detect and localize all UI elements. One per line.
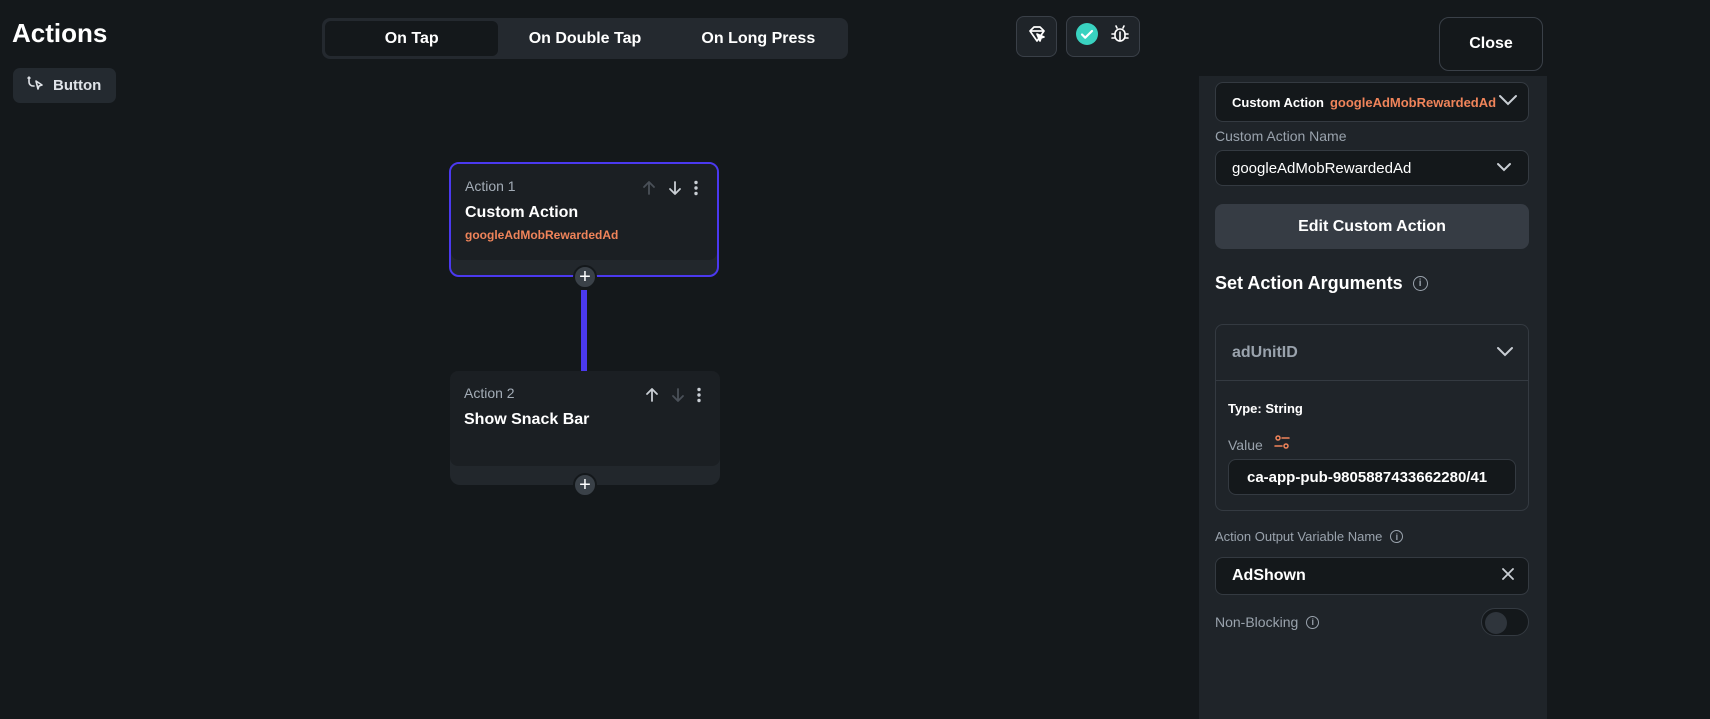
- close-button[interactable]: Close: [1439, 17, 1543, 71]
- info-icon[interactable]: i: [1412, 276, 1428, 291]
- ai-action-button[interactable]: [1016, 16, 1057, 57]
- output-variable-input[interactable]: AdShown: [1215, 557, 1529, 595]
- action-type-dropdown[interactable]: Custom Action googleAdMobRewardedAd: [1215, 82, 1529, 122]
- add-action-button[interactable]: +: [573, 473, 597, 497]
- tab-on-double-tap[interactable]: On Double Tap: [498, 21, 671, 56]
- output-variable-value: AdShown: [1232, 567, 1306, 584]
- info-icon[interactable]: i: [1306, 615, 1320, 629]
- argument-panel-adunitid: adUnitID Type: String Value ca-app-pub-9…: [1215, 324, 1529, 511]
- non-blocking-label: Non-Blocking: [1215, 614, 1299, 630]
- move-up-icon[interactable]: [641, 180, 657, 201]
- action-properties-panel: Custom Action googleAdMobRewardedAd Cust…: [1199, 76, 1547, 719]
- action-subtitle: googleAdMobRewardedAd: [465, 228, 619, 242]
- chevron-down-icon: [1496, 159, 1512, 177]
- action-type-label: Custom Action: [1232, 94, 1324, 110]
- argument-value-input[interactable]: ca-app-pub-9805887433662280/41: [1228, 459, 1516, 495]
- custom-action-name-dropdown[interactable]: googleAdMobRewardedAd: [1215, 150, 1529, 186]
- bug-icon: [1109, 23, 1131, 50]
- edit-custom-action-button[interactable]: Edit Custom Action: [1215, 204, 1529, 249]
- widget-tree-icon: [25, 74, 45, 98]
- argument-name: adUnitID: [1232, 343, 1298, 361]
- chevron-down-icon: [1498, 93, 1518, 111]
- chevron-down-icon: [1496, 344, 1514, 362]
- action-card-2[interactable]: Action 2 Show Snack Bar: [450, 371, 720, 485]
- variable-source-icon[interactable]: [1273, 433, 1291, 456]
- check-circle-icon: [1075, 22, 1099, 51]
- tab-on-long-press[interactable]: On Long Press: [672, 21, 845, 56]
- widget-chip[interactable]: Button: [13, 68, 116, 103]
- flow-connector: [581, 290, 587, 372]
- more-vert-icon[interactable]: [696, 387, 702, 408]
- move-down-icon[interactable]: [667, 180, 683, 201]
- info-icon[interactable]: i: [1390, 530, 1404, 543]
- action-card-1[interactable]: Action 1 Custom Action googleAdMobReward…: [449, 162, 719, 277]
- argument-type: Type: String: [1228, 401, 1303, 416]
- trigger-tabs: On Tap On Double Tap On Long Press: [322, 18, 848, 59]
- plus-icon: +: [579, 266, 591, 288]
- argument-value-label: Value: [1228, 436, 1263, 453]
- gem-cursor-icon: [1026, 23, 1048, 50]
- tab-on-tap[interactable]: On Tap: [325, 21, 499, 56]
- argument-header[interactable]: adUnitID: [1216, 325, 1528, 381]
- add-action-button[interactable]: +: [573, 265, 597, 289]
- action-name: Custom Action: [465, 204, 579, 221]
- more-vert-icon[interactable]: [693, 180, 699, 201]
- plus-icon: +: [579, 474, 591, 496]
- action-name: Show Snack Bar: [464, 411, 590, 428]
- action-type-value: googleAdMobRewardedAd: [1329, 94, 1497, 110]
- custom-action-name-value: googleAdMobRewardedAd: [1232, 159, 1412, 177]
- page-title: Actions: [12, 18, 108, 48]
- set-action-arguments-title: Set Action Arguments: [1215, 273, 1403, 293]
- custom-action-name-label: Custom Action Name: [1215, 128, 1347, 144]
- validation-debug-group[interactable]: [1066, 16, 1140, 57]
- non-blocking-toggle[interactable]: [1481, 608, 1529, 636]
- move-down-icon[interactable]: [670, 387, 686, 408]
- move-up-icon[interactable]: [644, 387, 660, 408]
- clear-icon[interactable]: [1502, 567, 1514, 585]
- widget-chip-label: Button: [53, 77, 102, 94]
- argument-value-text: ca-app-pub-9805887433662280/41: [1247, 468, 1488, 486]
- output-variable-label: Action Output Variable Name: [1215, 529, 1383, 544]
